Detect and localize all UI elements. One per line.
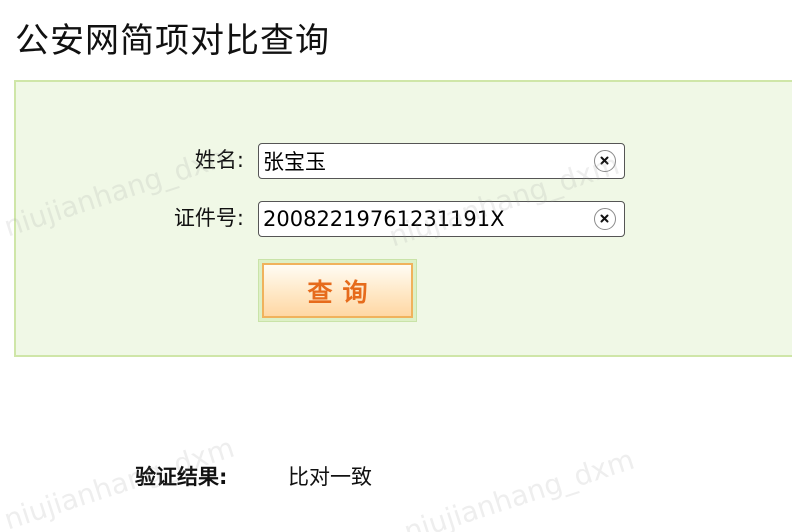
result-label: 验证结果: (135, 465, 228, 489)
id-number-input[interactable] (258, 201, 625, 237)
name-label: 姓名: (194, 148, 244, 172)
name-input[interactable] (258, 143, 625, 179)
query-button[interactable]: 查询 (262, 263, 413, 318)
clear-name-icon[interactable] (594, 150, 616, 172)
watermark-text: niujianhang_dxm (400, 442, 639, 532)
result-value: 比对一致 (288, 465, 372, 489)
page-title: 公安网简项对比查询 (15, 21, 330, 61)
id-number-label: 证件号: (173, 206, 244, 230)
clear-id-number-icon[interactable] (594, 208, 616, 230)
query-button-frame: 查询 (258, 259, 417, 322)
